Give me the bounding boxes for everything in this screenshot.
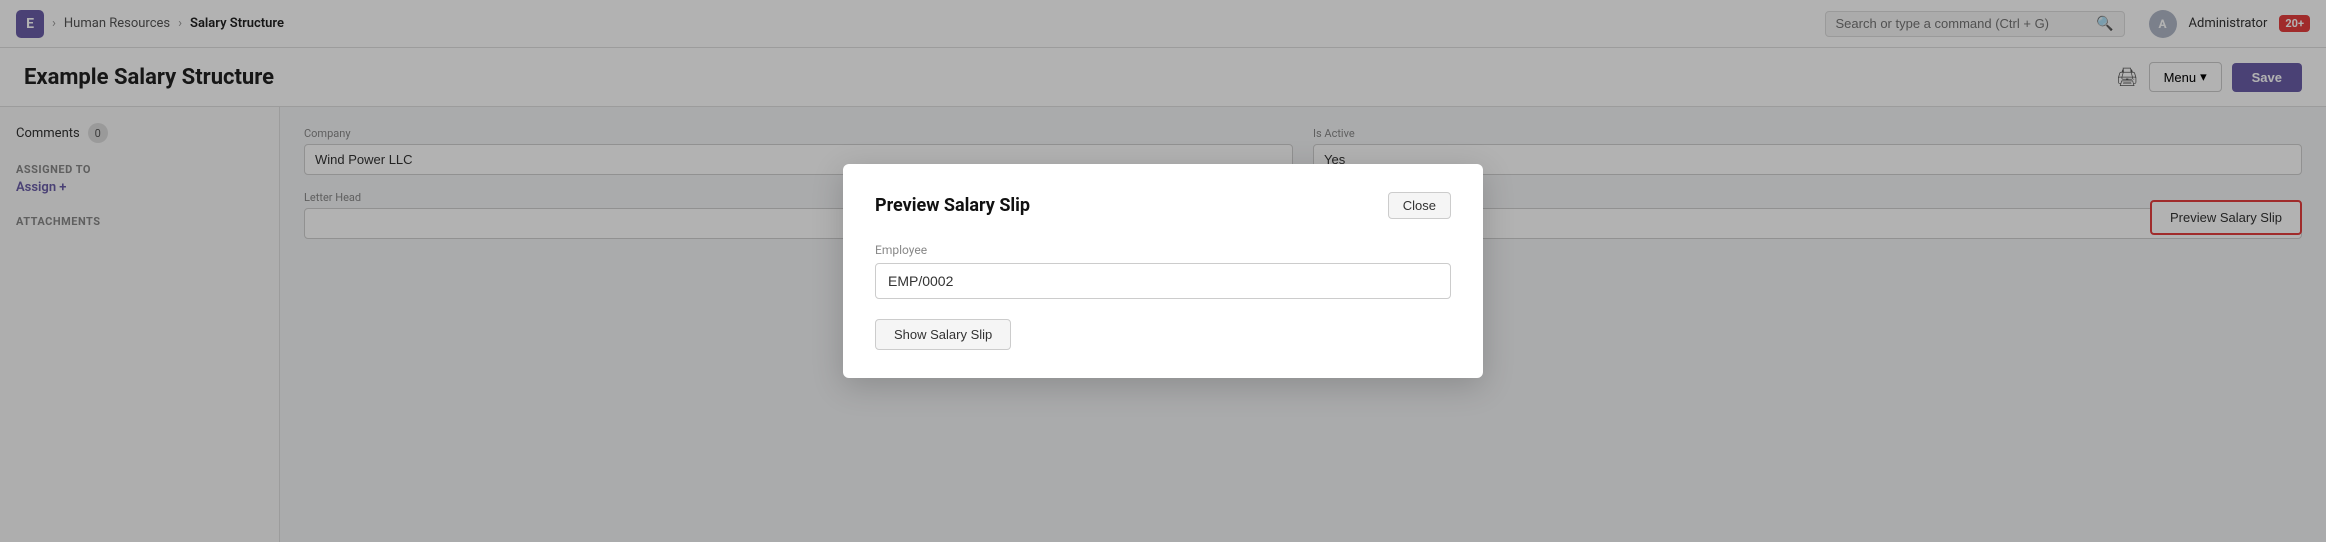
- modal-overlay[interactable]: Preview Salary Slip Close Employee Show …: [0, 0, 2326, 542]
- modal-header: Preview Salary Slip Close: [875, 192, 1451, 219]
- modal-dialog: Preview Salary Slip Close Employee Show …: [843, 164, 1483, 378]
- close-button[interactable]: Close: [1388, 192, 1451, 219]
- employee-input[interactable]: [875, 263, 1451, 299]
- show-salary-slip-button[interactable]: Show Salary Slip: [875, 319, 1011, 350]
- modal-title: Preview Salary Slip: [875, 195, 1030, 216]
- employee-label: Employee: [875, 243, 1451, 257]
